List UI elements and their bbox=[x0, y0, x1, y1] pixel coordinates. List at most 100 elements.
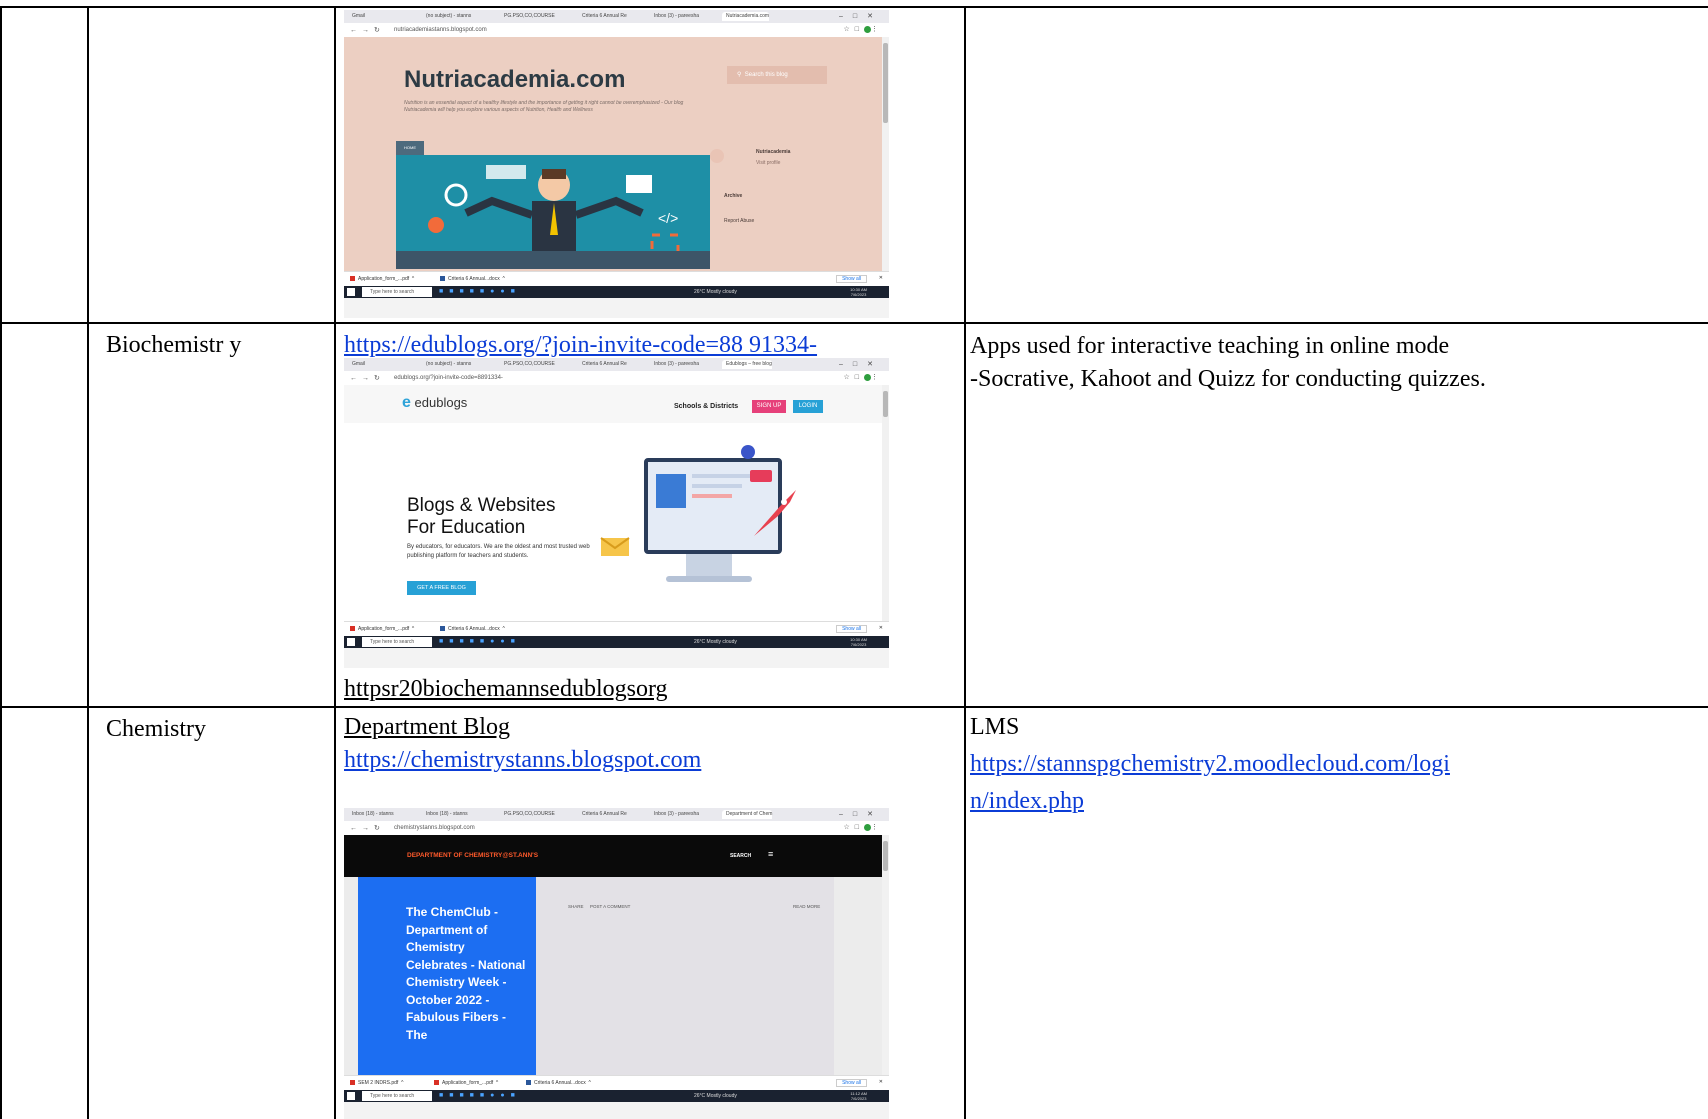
download-item[interactable]: SEM 2 INDRS.pdf ^ bbox=[350, 1080, 403, 1086]
weather-widget[interactable]: 26°C Mostly cloudy bbox=[694, 639, 737, 645]
post-thumbnail[interactable]: The ChemClub - Department of Chemistry C… bbox=[358, 877, 536, 1075]
browser-tab[interactable]: Inbox (3) - pareesha bbox=[650, 12, 699, 21]
window-controls[interactable]: –□✕ bbox=[839, 12, 883, 20]
url-text[interactable]: nutriacademiastanns.blogspot.com bbox=[394, 27, 487, 33]
browser-tab[interactable]: Inbox (18) - stanns bbox=[422, 810, 468, 819]
browser-tab-active[interactable]: Department of Chem bbox=[722, 810, 773, 819]
blog-title[interactable]: Nutriacademia.com bbox=[404, 66, 625, 94]
pdf-icon bbox=[350, 1080, 355, 1086]
browser-tab[interactable]: Criteria 6 Annual Re bbox=[578, 12, 627, 21]
home-tab[interactable]: HOME bbox=[396, 141, 424, 155]
windows-icon[interactable] bbox=[347, 288, 355, 296]
browser-tab-active[interactable]: Edublogs – free blog bbox=[722, 360, 772, 369]
window-controls[interactable]: –□✕ bbox=[839, 360, 883, 368]
toolbar-icons[interactable]: ☆□ ⋮ bbox=[843, 823, 883, 831]
close-icon[interactable]: ✕ bbox=[879, 1079, 883, 1085]
weather-widget[interactable]: 26°C Mostly cloudy bbox=[694, 289, 737, 295]
address-bar[interactable]: ←→↻ nutriacademiastanns.blogspot.com ☆□ ⋮ bbox=[344, 23, 889, 38]
show-all-button[interactable]: Show all bbox=[836, 625, 867, 633]
close-icon[interactable]: ✕ bbox=[879, 625, 883, 631]
profile-name[interactable]: Nutriacademia bbox=[756, 149, 790, 155]
quiz-apps-text: -Socrative, Kahoot and Quizz for conduct… bbox=[970, 366, 1486, 392]
taskbar-search[interactable]: Type here to search bbox=[362, 1091, 432, 1101]
moodle-link-line-2[interactable]: n/index.php bbox=[970, 786, 1084, 816]
interactive-apps-text: Apps used for interactive teaching in on… bbox=[970, 333, 1450, 359]
archive-label[interactable]: Archive bbox=[724, 193, 742, 199]
browser-tab-active[interactable]: Nutriacademia.com bbox=[722, 12, 770, 21]
browser-tab[interactable]: Criteria 6 Annual Re bbox=[578, 360, 627, 369]
chemistry-blog-link[interactable]: https://chemistrystanns.blogspot.com bbox=[344, 745, 701, 775]
moodle-link-line-1[interactable]: https://stannspgchemistry2.moodlecloud.c… bbox=[970, 749, 1450, 779]
windows-icon[interactable] bbox=[347, 1092, 355, 1100]
page-scrollbar[interactable] bbox=[882, 37, 889, 271]
avatar[interactable] bbox=[710, 149, 724, 163]
download-item[interactable]: Criteria 6 Annual...docx ^ bbox=[440, 626, 505, 632]
row-divider-2 bbox=[0, 706, 1708, 708]
browser-tab[interactable]: Criteria 6 Annual Re bbox=[578, 810, 627, 819]
page-scrollbar[interactable] bbox=[882, 385, 889, 621]
show-all-button[interactable]: Show all bbox=[836, 1079, 867, 1087]
lms-label: LMS bbox=[970, 714, 1020, 740]
get-free-blog-button[interactable]: GET A FREE BLOG bbox=[407, 581, 476, 595]
browser-tab[interactable]: PG.PSO,CO,COURSE bbox=[500, 360, 555, 369]
address-bar[interactable]: ←→↻ edublogs.org/?join-invite-code=88913… bbox=[344, 371, 889, 386]
browser-tab[interactable]: Inbox (18) - stanns bbox=[348, 810, 394, 819]
edublogs-link[interactable]: https://edublogs.org/?join-invite-code=8… bbox=[344, 330, 817, 360]
edublogs-caption[interactable]: httpsr20biochemannsedublogsorg bbox=[344, 674, 668, 704]
download-item[interactable]: Application_form_...pdf ^ bbox=[434, 1080, 498, 1086]
download-item[interactable]: Application_form_...pdf ^ bbox=[350, 276, 414, 282]
blog-title[interactable]: DEPARTMENT OF CHEMISTRY@ST.ANN'S bbox=[407, 852, 538, 859]
url-text[interactable]: edublogs.org/?join-invite-code=8891334- bbox=[394, 375, 503, 381]
signup-button[interactable]: SIGN UP bbox=[752, 400, 786, 413]
taskbar-apps[interactable]: ■■■■■●●■ bbox=[439, 638, 521, 645]
browser-tab[interactable]: (no subject) - stanns bbox=[422, 12, 471, 21]
download-item[interactable]: Application_form_...pdf ^ bbox=[350, 626, 414, 632]
toolbar-icons[interactable]: ☆□ ⋮ bbox=[843, 373, 883, 381]
taskbar-apps[interactable]: ■■■■■●●■ bbox=[439, 288, 521, 295]
browser-tab[interactable]: PG.PSO,CO,COURSE bbox=[500, 12, 555, 21]
back-arrow-icon[interactable]: ←→↻ bbox=[350, 26, 385, 34]
taskbar-search[interactable]: Type here to search bbox=[362, 637, 432, 647]
share-link[interactable]: SHARE bbox=[568, 904, 584, 909]
taskbar-search[interactable]: Type here to search bbox=[362, 287, 432, 297]
pdf-icon bbox=[434, 1080, 439, 1086]
downloads-bar: SEM 2 INDRS.pdf ^ Application_form_...pd… bbox=[344, 1075, 889, 1090]
search-link[interactable]: SEARCH bbox=[730, 853, 751, 859]
screenshot-edublogs: Gmail (no subject) - stanns PG.PSO,CO,CO… bbox=[344, 358, 889, 668]
post-title[interactable]: The ChemClub - Department of Chemistry C… bbox=[406, 904, 526, 1044]
back-arrow-icon[interactable]: ←→↻ bbox=[350, 824, 385, 832]
browser-tab[interactable]: Inbox (3) - pareesha bbox=[650, 810, 699, 819]
browser-tab[interactable]: Gmail bbox=[348, 12, 365, 21]
page-scrollbar[interactable] bbox=[882, 835, 889, 1075]
show-all-button[interactable]: Show all bbox=[836, 275, 867, 283]
visit-profile-link[interactable]: Visit profile bbox=[756, 160, 780, 166]
toolbar-icons[interactable]: ☆□ ⋮ bbox=[843, 25, 883, 33]
report-abuse-link[interactable]: Report Abuse bbox=[724, 218, 754, 224]
window-controls[interactable]: –□✕ bbox=[839, 810, 883, 818]
browser-tab[interactable]: PG.PSO,CO,COURSE bbox=[500, 810, 555, 819]
clock[interactable]: 10:30 AM 7/6/2023 bbox=[850, 287, 867, 297]
edublogs-logo[interactable]: e edublogs bbox=[402, 394, 467, 412]
taskbar-apps[interactable]: ■■■■■●●■ bbox=[439, 1092, 521, 1099]
menu-icon[interactable]: ≡ bbox=[768, 849, 773, 859]
browser-tab[interactable]: (no subject) - stanns bbox=[422, 360, 471, 369]
clock[interactable]: 11:12 AM 7/6/2023 bbox=[850, 1091, 867, 1101]
close-icon[interactable]: ✕ bbox=[879, 275, 883, 281]
login-button[interactable]: LOGIN bbox=[793, 400, 823, 413]
search-input[interactable]: ⚲ Search this blog bbox=[727, 66, 827, 84]
browser-tab[interactable]: Inbox (3) - pareesha bbox=[650, 360, 699, 369]
download-item[interactable]: Criteria 6 Annual...docx ^ bbox=[526, 1080, 591, 1086]
download-item[interactable]: Criteria 6 Annual...docx ^ bbox=[440, 276, 505, 282]
post-comment-link[interactable]: POST A COMMENT bbox=[590, 904, 630, 909]
back-arrow-icon[interactable]: ←→↻ bbox=[350, 374, 385, 382]
read-more-link[interactable]: READ MORE bbox=[793, 904, 820, 909]
address-bar[interactable]: ←→↻ chemistrystanns.blogspot.com ☆□ ⋮ bbox=[344, 821, 889, 836]
windows-icon[interactable] bbox=[347, 638, 355, 646]
schools-districts-link[interactable]: Schools & Districts bbox=[674, 403, 738, 410]
department-blog-label[interactable]: Department Blog bbox=[344, 712, 510, 742]
clock[interactable]: 10:30 AM 7/6/2023 bbox=[850, 637, 867, 647]
url-text[interactable]: chemistrystanns.blogspot.com bbox=[394, 825, 475, 831]
browser-tab[interactable]: Gmail bbox=[348, 360, 365, 369]
browser-tab-bar: Gmail (no subject) - stanns PG.PSO,CO,CO… bbox=[344, 358, 889, 371]
weather-widget[interactable]: 26°C Mostly cloudy bbox=[694, 1093, 737, 1099]
